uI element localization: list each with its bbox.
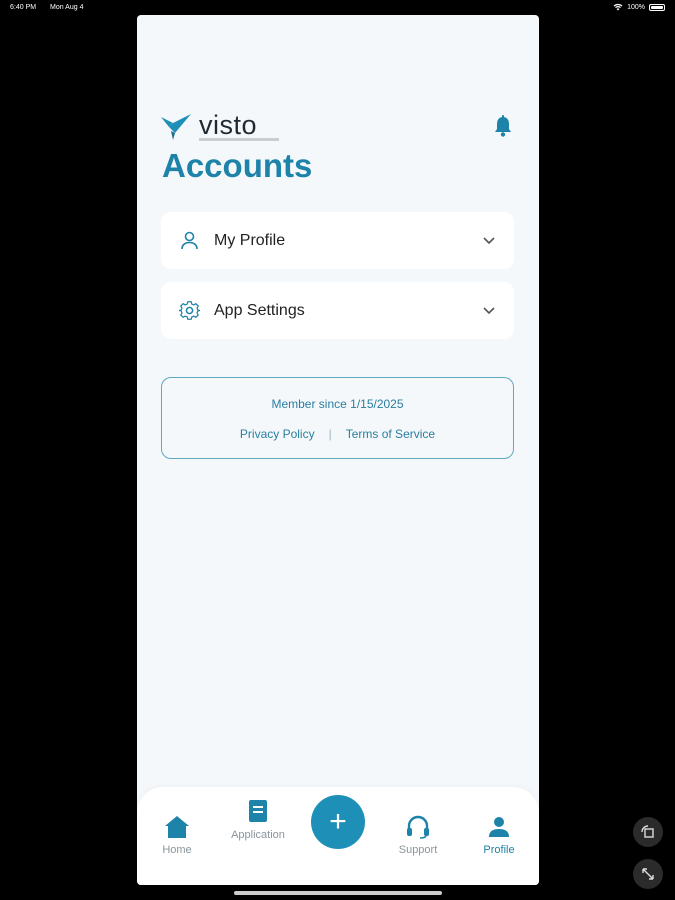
person-icon (489, 817, 509, 837)
nav-support[interactable]: Support (392, 815, 444, 856)
rotate-icon (641, 825, 654, 838)
link-separator: | (328, 427, 332, 441)
brand-tagline-mark (199, 138, 279, 141)
collapse-icon (642, 868, 654, 880)
user-icon (181, 231, 198, 250)
nav-home-label: Home (162, 844, 192, 856)
bell-icon[interactable] (493, 115, 513, 137)
status-time: 6:40 PM (10, 4, 37, 11)
add-button[interactable]: + (311, 795, 365, 849)
home-icon (165, 816, 189, 838)
privacy-policy-link[interactable]: Privacy Policy (240, 427, 315, 441)
rotate-button[interactable] (633, 817, 663, 847)
app-window: visto Accounts My Profile App Settings M… (137, 15, 539, 885)
visto-logo-icon (161, 114, 191, 140)
brand-name: visto (199, 110, 258, 140)
battery-percent: 100% (627, 3, 645, 11)
my-profile-label: My Profile (214, 231, 286, 249)
account-info-box: Member since 1/15/2025 Privacy Policy | … (161, 377, 514, 459)
member-since-text: Member since 1/15/2025 (271, 397, 404, 411)
collapse-button[interactable] (633, 859, 663, 889)
status-date: Mon Aug 4 (50, 4, 84, 11)
brand-logo: visto (159, 110, 279, 141)
headset-icon (407, 815, 429, 839)
document-icon (249, 800, 267, 822)
nav-home[interactable]: Home (157, 815, 197, 856)
nav-applications[interactable]: Application (227, 799, 289, 843)
nav-applications-label: Application (231, 829, 285, 841)
home-indicator[interactable] (234, 891, 442, 895)
nav-profile-label: Profile (483, 844, 515, 856)
chevron-down-icon (483, 306, 495, 314)
legal-links: Privacy Policy | Terms of Service (162, 427, 513, 441)
terms-of-service-link[interactable]: Terms of Service (346, 427, 435, 441)
wifi-icon (613, 3, 623, 11)
nav-support-label: Support (398, 844, 438, 856)
app-settings-card[interactable]: App Settings (161, 282, 514, 339)
status-bar: 6:40 PM Mon Aug 4 100% (0, 0, 675, 16)
gear-icon (179, 301, 200, 320)
battery-icon (649, 3, 665, 11)
app-settings-label: App Settings (214, 301, 305, 319)
page-title: Accounts (162, 147, 313, 184)
bottom-nav: Home Application + Support Profile (137, 787, 539, 885)
status-right: 100% (613, 3, 665, 11)
my-profile-card[interactable]: My Profile (161, 212, 514, 269)
chevron-down-icon (483, 236, 495, 244)
nav-profile[interactable]: Profile (477, 815, 521, 856)
